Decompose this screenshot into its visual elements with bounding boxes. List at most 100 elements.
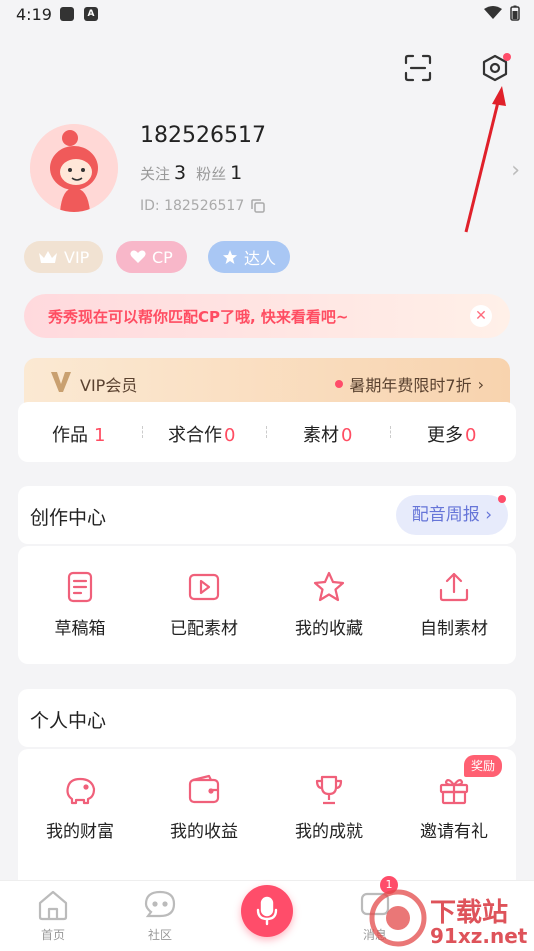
works-label: 作品	[52, 425, 88, 446]
works-card: 作品 1 求合作 0 素材 0 更多 0	[18, 402, 516, 462]
username: 182526517	[140, 123, 266, 148]
wallet-icon	[188, 774, 220, 804]
vip-logo-icon	[51, 372, 71, 392]
video-icon	[188, 573, 220, 601]
scan-button[interactable]	[400, 50, 436, 86]
material-tab[interactable]: 素材 0	[303, 421, 352, 447]
scan-icon	[404, 54, 432, 82]
a-badge-icon: A	[84, 7, 98, 21]
fans-count: 1	[230, 162, 243, 184]
crown-icon	[39, 251, 57, 263]
follow-stats[interactable]: 关注 3 粉丝 1	[140, 162, 252, 184]
avatar[interactable]	[30, 124, 118, 212]
grid-label: 已配素材	[170, 619, 238, 639]
grid-item-invite[interactable]: 邀请有礼	[392, 773, 516, 842]
watermark-logo: 下载站 91xz.net	[368, 888, 534, 950]
weekly-report-label: 配音周报	[411, 505, 480, 525]
more-tab[interactable]: 更多 0	[427, 421, 476, 447]
wifi-icon	[484, 6, 502, 19]
weekly-report-button[interactable]: 配音周报 ›	[395, 495, 508, 535]
grid-label: 我的收益	[170, 822, 238, 842]
settings-dot	[503, 53, 511, 61]
settings-button[interactable]	[477, 50, 513, 86]
status-time: 4:19	[16, 5, 52, 24]
cooperation-count: 0	[224, 425, 236, 446]
vip-offer-text: 暑期年费限时7折	[349, 376, 472, 395]
creation-center-header: 创作中心 配音周报 ›	[18, 486, 516, 544]
cp-badge[interactable]: CP	[116, 241, 187, 273]
grid-label: 邀请有礼	[420, 822, 488, 842]
divider	[266, 426, 268, 438]
follow-label: 关注	[140, 165, 171, 183]
notification-icon	[60, 7, 74, 21]
mascot-avatar-icon	[30, 124, 118, 212]
personal-center-header: 个人中心	[18, 689, 516, 747]
close-icon[interactable]: ✕	[470, 305, 492, 327]
record-mic-button[interactable]	[241, 885, 293, 937]
draft-icon	[67, 571, 93, 603]
user-id: ID: 182526517	[140, 198, 266, 214]
vip-badge-label: VIP	[64, 247, 90, 267]
battery-icon	[510, 5, 520, 21]
more-label: 更多	[427, 425, 463, 446]
material-count: 0	[341, 425, 353, 446]
daren-badge-label: 达人	[244, 249, 277, 268]
creation-grid: 草稿箱 已配素材 我的收藏 自制素材	[18, 546, 516, 664]
cp-match-banner[interactable]: 秀秀现在可以帮你匹配CP了哦, 快来看看吧~ ✕	[24, 294, 510, 338]
fans-label: 粉丝	[196, 165, 227, 183]
personal-center-title: 个人中心	[30, 710, 107, 732]
chevron-right-icon: ›	[477, 374, 484, 394]
home-icon	[38, 890, 68, 921]
offer-dot	[335, 380, 344, 388]
grid-label: 草稿箱	[54, 619, 106, 639]
grid-item-wealth[interactable]: 我的财富	[18, 773, 142, 842]
vip-title: VIP会员	[80, 376, 138, 395]
grid-item-favorites[interactable]: 我的收藏	[267, 570, 391, 639]
profile-chevron-icon[interactable]: ›	[511, 158, 520, 183]
tab-community-label: 社区	[147, 928, 172, 942]
watermark-domain: 91xz.net	[430, 924, 528, 948]
works-count: 1	[94, 425, 106, 446]
copy-icon[interactable]	[250, 198, 266, 214]
grid-item-earnings[interactable]: 我的收益	[142, 773, 266, 842]
divider	[390, 426, 392, 438]
reward-badge: 奖励	[464, 755, 502, 777]
upload-icon	[439, 572, 469, 602]
piggy-bank-icon	[66, 777, 96, 805]
daren-badge[interactable]: 达人	[208, 241, 291, 273]
weekly-report-dot	[498, 495, 506, 503]
grid-item-self-made[interactable]: 自制素材	[392, 570, 516, 639]
tab-community[interactable]: 社区	[125, 889, 195, 943]
star-badge-icon	[223, 250, 237, 264]
grid-label: 我的收藏	[295, 619, 363, 639]
community-icon	[144, 890, 176, 918]
vip-membership-strip[interactable]: VIP会员 暑期年费限时7折 ›	[24, 358, 510, 408]
cp-badge-label: CP	[152, 247, 173, 267]
cooperation-tab[interactable]: 求合作 0	[168, 421, 235, 447]
follow-count: 3	[174, 162, 187, 184]
tab-home[interactable]: 首页	[18, 889, 88, 943]
vip-badge[interactable]: VIP	[24, 241, 104, 273]
grid-label: 我的成就	[295, 822, 363, 842]
material-label: 素材	[303, 425, 339, 446]
tab-home-label: 首页	[40, 928, 65, 942]
grid-label: 我的财富	[46, 822, 114, 842]
personal-grid: 我的财富 我的收益 我的成就 邀请有礼 奖励	[18, 749, 516, 889]
creation-center-title: 创作中心	[30, 507, 107, 529]
heart-icon	[130, 250, 146, 263]
grid-item-achievements[interactable]: 我的成就	[267, 773, 391, 842]
grid-item-dubbed-material[interactable]: 已配素材	[142, 570, 266, 639]
cooperation-label: 求合作	[168, 425, 222, 446]
trophy-icon	[315, 775, 343, 805]
more-count: 0	[465, 425, 477, 446]
user-id-text: ID: 182526517	[140, 198, 245, 214]
status-bar: 4:19 A	[0, 0, 534, 28]
vip-offer[interactable]: 暑期年费限时7折 ›	[335, 372, 484, 396]
watermark-logo-icon	[369, 889, 427, 947]
works-tab[interactable]: 作品 1	[52, 421, 105, 447]
microphone-icon	[256, 896, 278, 926]
star-icon	[313, 571, 345, 602]
grid-label: 自制素材	[420, 619, 488, 639]
banner-text: 秀秀现在可以帮你匹配CP了哦, 快来看看吧~	[48, 307, 349, 326]
grid-item-drafts[interactable]: 草稿箱	[18, 570, 142, 639]
